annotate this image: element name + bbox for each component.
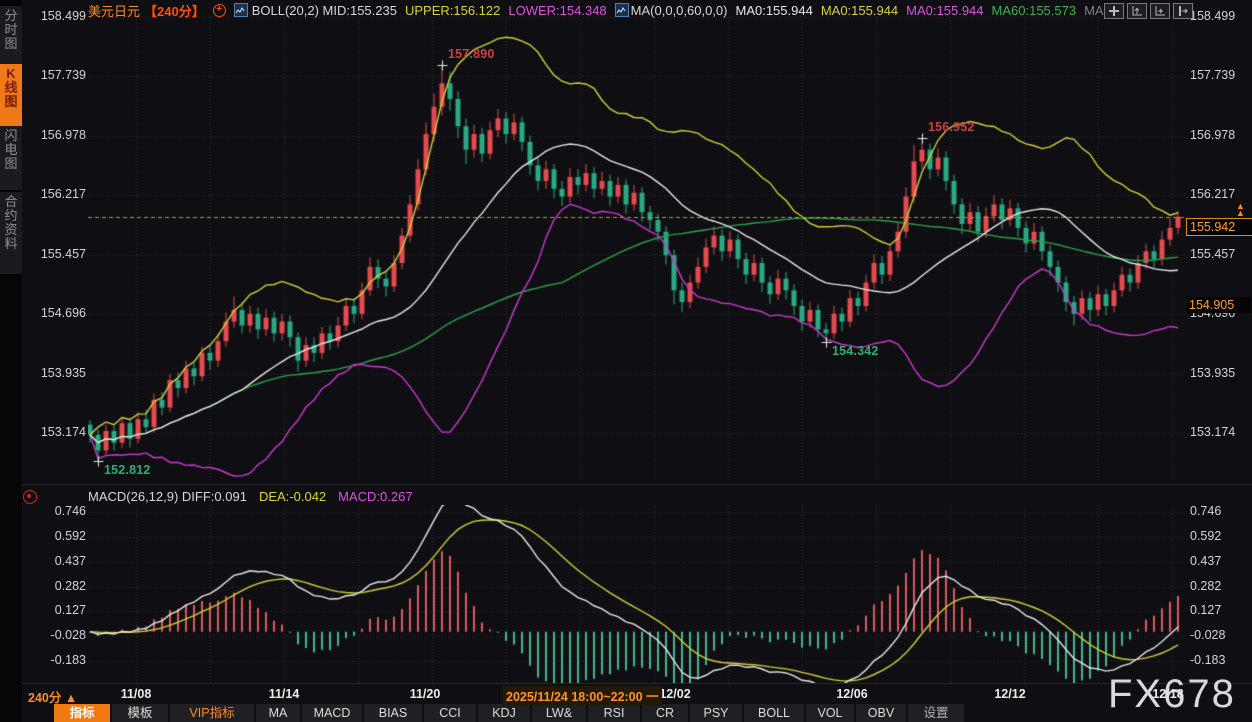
indicator-panel-icon[interactable] [23,490,37,504]
sidebar-tab-1[interactable]: 分 时 图 [0,6,22,66]
left-sidebar: 分 时 图K 线 图闪 电 图合 约 资 料 [0,0,22,722]
macd-axis-label-right: 0.437 [1190,554,1250,568]
price-annotation-157.890: 157.890 [448,47,495,61]
current-price-tag: 155.942 [1186,218,1252,236]
date-tick-12/06: 12/06 [836,687,867,701]
chart-tool-buttons [1104,3,1193,19]
macd-axis-label-right: 0.746 [1190,504,1250,518]
toolbar-button-PSY[interactable]: PSY [690,704,742,722]
toolbar-button-CR[interactable]: CR [642,704,688,722]
toolbar-button-OBV[interactable]: OBV [856,704,906,722]
macd-axis-label-left: 0.127 [28,603,86,617]
macd-axis-label-left: 0.437 [28,554,86,568]
ma60-value: MA60:155.573 [992,3,1077,18]
kline-chart-app: 分 时 图K 线 图闪 电 图合 约 资 料 美元日元 【240分】 + BOL… [0,0,1252,722]
bottom-divider [22,683,1252,684]
toolbar-button-设置[interactable]: 设置 [908,704,964,722]
date-tick-11/14: 11/14 [269,687,300,701]
macd-axis-label-left: 0.592 [28,529,86,543]
date-tick-11/20: 11/20 [410,687,441,701]
price-axis-label-left: 153.935 [28,366,86,380]
ma0-white-value: MA0:155.944 [735,3,812,18]
price-axis-label-left: 156.978 [28,128,86,142]
boll-lower-value: LOWER:154.348 [508,3,606,18]
macd-chart-canvas[interactable] [88,505,1185,683]
price-annotation-154.342: 154.342 [832,344,879,358]
macd-axis-label-right: 0.127 [1190,603,1250,617]
ma0-yellow-value: MA0:155.944 [821,3,898,18]
sidebar-tab-3[interactable]: 闪 电 图 [0,126,22,190]
candlestick-chart-canvas[interactable] [88,14,1185,482]
period-label: 【240分】 [144,1,205,20]
price-axis-label-left: 157.739 [28,68,86,82]
boll-values: BOLL(20,2) MID:155.235 [252,3,397,18]
macd-axis-label-left: -0.183 [28,653,86,667]
price-axis-label-right: 155.457 [1190,247,1250,261]
price-axis-label-right: 157.739 [1190,68,1250,82]
price-axis-label-right: 153.935 [1190,366,1250,380]
price-axis-label-right: 156.978 [1190,128,1250,142]
boll-chart-icon [234,3,248,17]
chart-header: 美元日元 【240分】 + BOLL(20,2) MID:155.235 UPP… [88,2,1114,18]
indicator-toolbar: 指标模板VIP指标MAMACDBIASCCIKDJLW&RSICRPSYBOLL… [54,704,964,722]
panel-divider [22,484,1252,485]
toolbar-button-MACD[interactable]: MACD [302,704,362,722]
symbol-title: 美元日元 [88,1,140,20]
macd-axis-label-left: 0.746 [28,504,86,518]
price-axis-label-right: 156.217 [1190,187,1250,201]
sidebar-tab-4[interactable]: 合 约 资 料 [0,192,22,274]
pan-right-tool-icon[interactable] [1173,3,1193,19]
date-tick-12/12: 12/12 [994,687,1025,701]
toolbar-button-VIP指标[interactable]: VIP指标 [170,704,254,722]
fx678-watermark: FX678 [1108,672,1236,717]
price-axis-label-left: 155.457 [28,247,86,261]
macd-axis-label-left: -0.028 [28,628,86,642]
price-axis-label-left: 156.217 [28,187,86,201]
macd-dea-value: DEA:-0.042 [259,489,326,504]
toolbar-button-BIAS[interactable]: BIAS [364,704,422,722]
toolbar-button-RSI[interactable]: RSI [588,704,640,722]
macd-header: MACD(26,12,9) DIFF:0.091 DEA:-0.042 MACD… [88,489,413,504]
macd-axis-label-right: -0.028 [1190,628,1250,642]
price-axis-label-left: 158.499 [28,9,86,23]
price-annotation-156.952: 156.952 [928,120,975,134]
scale-right-tool-icon[interactable] [1150,3,1170,19]
toolbar-button-CCI[interactable]: CCI [424,704,476,722]
toolbar-button-VOL[interactable]: VOL [806,704,854,722]
macd-axis-label-right: 0.282 [1190,579,1250,593]
macd-axis-label-left: 0.282 [28,579,86,593]
date-tick-11/08: 11/08 [121,687,152,701]
toolbar-button-KDJ[interactable]: KDJ [478,704,530,722]
marked-price-tag: 154.905 [1186,297,1251,313]
toolbar-button-指标[interactable]: 指标 [54,704,110,722]
price-annotation-152.812: 152.812 [104,463,151,477]
scale-up-tool-icon[interactable] [1127,3,1147,19]
price-axis-label-right: 158.499 [1190,9,1250,23]
price-axis-label-left: 154.696 [28,306,86,320]
toolbar-button-MA[interactable]: MA [256,704,300,722]
price-axis-label-left: 153.174 [28,425,86,439]
macd-axis-label-right: -0.183 [1190,653,1250,667]
ma0-magenta-value: MA0:155.944 [906,3,983,18]
toolbar-button-LW&[interactable]: LW& [532,704,586,722]
selected-bar-datetime: 2025/11/24 18:00~22:00 一 [503,686,662,705]
date-tick-12/02: 12/02 [659,687,690,701]
ma-chart-icon [615,3,629,17]
boll-upper-value: UPPER:156.122 [405,3,500,18]
macd-params-label: MACD(26,12,9) DIFF:0.091 [88,489,247,504]
macd-axis-label-right: 0.592 [1190,529,1250,543]
toolbar-button-模板[interactable]: 模板 [112,704,168,722]
macd-value: MACD:0.267 [338,489,412,504]
toolbar-button-BOLL[interactable]: BOLL [744,704,804,722]
crosshair-tool-icon[interactable] [1104,3,1124,19]
add-indicator-icon[interactable]: + [213,4,226,17]
price-up-arrow-icon: ▲▲ [1236,203,1245,217]
ma-group-label: MA(0,0,0,60,0,0) [631,3,728,18]
sidebar-tab-2[interactable]: K 线 图 [0,64,22,126]
price-axis-label-right: 153.174 [1190,425,1250,439]
